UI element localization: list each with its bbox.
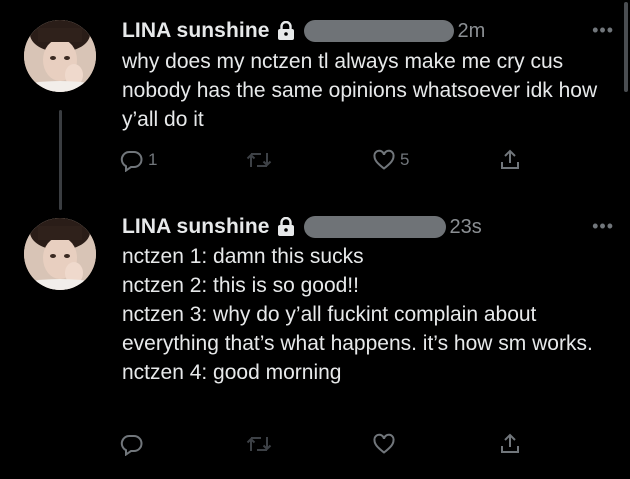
heart-icon: [373, 433, 395, 454]
tweet[interactable]: LINA sunshine 23s ••• nctzen 1: damn thi…: [0, 200, 630, 479]
share-icon: [501, 149, 519, 169]
timestamp[interactable]: 23s: [450, 216, 482, 239]
tweet[interactable]: LINA sunshine 2m ••• why does my nctzen …: [0, 0, 630, 200]
action-bar: [120, 432, 540, 462]
heart-icon: [373, 149, 395, 170]
retweet-icon: [246, 153, 272, 167]
avatar[interactable]: [24, 218, 96, 290]
share-button[interactable]: [498, 432, 522, 456]
tweet-header: LINA sunshine 2m: [122, 16, 485, 46]
timestamp[interactable]: 2m: [458, 20, 486, 43]
like-button[interactable]: 5: [372, 148, 409, 172]
display-name[interactable]: LINA sunshine: [122, 19, 270, 43]
handle-redacted: [303, 216, 446, 238]
retweet-button[interactable]: [246, 148, 272, 172]
thread-line: [59, 110, 62, 210]
avatar[interactable]: [24, 20, 96, 92]
share-icon: [501, 433, 519, 453]
reply-button[interactable]: 1: [120, 148, 157, 172]
lock-icon: [276, 21, 296, 41]
lock-icon: [276, 217, 296, 237]
reply-icon: [120, 434, 143, 456]
tweet-text: why does my nctzen tl always make me cry…: [122, 50, 598, 131]
tweet-text: nctzen 1: damn this sucks nctzen 2: this…: [122, 245, 593, 384]
reply-icon: [120, 150, 143, 172]
more-options-icon[interactable]: •••: [592, 20, 614, 41]
reply-count: 1: [148, 150, 158, 169]
more-options-icon[interactable]: •••: [592, 216, 614, 237]
like-button[interactable]: [372, 432, 400, 456]
reply-button[interactable]: [120, 432, 148, 456]
display-name[interactable]: LINA sunshine: [122, 215, 270, 239]
share-button[interactable]: [498, 148, 522, 172]
like-count: 5: [400, 150, 410, 169]
action-bar: 1 5: [120, 148, 540, 178]
handle-redacted: [303, 20, 454, 42]
retweet-button[interactable]: [246, 432, 272, 456]
tweet-header: LINA sunshine 23s: [122, 212, 482, 242]
retweet-icon: [246, 437, 272, 451]
